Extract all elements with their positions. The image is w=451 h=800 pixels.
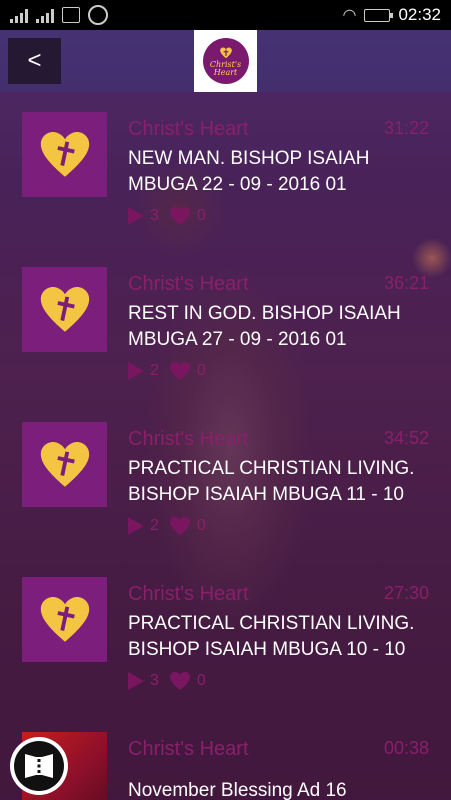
play-count-value: 3 <box>150 672 159 689</box>
play-count[interactable]: 3 <box>128 207 159 225</box>
list-item[interactable]: Christ's Heart 34:52 PRACTICAL CHRISTIAN… <box>0 402 451 557</box>
duration-label: 00:38 <box>383 738 429 758</box>
play-count-value: 2 <box>150 362 159 379</box>
image-icon <box>62 7 80 23</box>
signal-2-icon <box>36 7 54 23</box>
like-count[interactable]: 0 <box>169 361 206 381</box>
play-count[interactable]: 3 <box>128 672 159 690</box>
play-count[interactable]: 2 <box>128 362 159 380</box>
heart-cross-icon <box>219 46 232 58</box>
media-player-button[interactable] <box>10 737 68 795</box>
like-count-value: 0 <box>196 517 206 534</box>
item-stats: 3 0 <box>128 206 206 226</box>
toolbar: < Christ's Heart <box>0 30 451 92</box>
like-count-value: 0 <box>196 362 206 379</box>
heart-cross-icon <box>40 286 89 332</box>
heart-cross-icon <box>40 596 89 642</box>
sermon-title: REST IN GOD. BISHOP ISAIAH MBUGA 27 - 09… <box>128 303 401 350</box>
play-icon <box>128 362 144 380</box>
logo-text-line2: Heart <box>213 67 238 77</box>
item-stats: 2 0 <box>128 361 206 381</box>
whatsapp-icon <box>88 5 108 25</box>
heart-icon <box>169 516 190 536</box>
app-logo: Christ's Heart <box>194 30 257 92</box>
play-icon <box>128 517 144 535</box>
source-label: Christ's Heart <box>128 583 249 605</box>
item-stats: 2 0 <box>128 516 206 536</box>
list-item[interactable]: Christ's Heart 31:22 NEW MAN. BISHOP ISA… <box>0 92 451 247</box>
heart-icon <box>169 671 190 691</box>
list-item[interactable]: SU Christ's Heart 00:38 November Blessin… <box>0 712 451 800</box>
heart-cross-icon <box>40 441 89 487</box>
status-bar: ◠ 02:32 <box>0 0 451 30</box>
thumbnail <box>22 112 107 197</box>
play-count-value: 3 <box>150 207 159 224</box>
duration-label: 36:21 <box>383 273 429 293</box>
thumbnail <box>22 267 107 352</box>
heart-icon <box>169 361 190 381</box>
source-label: Christ's Heart <box>128 273 249 295</box>
like-count[interactable]: 0 <box>169 206 206 226</box>
sermon-title: PRACTICAL CHRISTIAN LIVING. BISHOP ISAIA… <box>128 458 415 505</box>
sermon-title: NEW MAN. BISHOP ISAIAH MBUGA 22 - 09 - 2… <box>128 148 370 195</box>
back-button[interactable]: < <box>8 38 61 84</box>
duration-label: 27:30 <box>383 583 429 603</box>
play-count-value: 2 <box>150 517 159 534</box>
play-icon <box>128 207 144 225</box>
signal-icon <box>10 7 28 23</box>
wifi-icon: ◠ <box>342 7 357 24</box>
film-strip-icon <box>25 754 53 778</box>
duration-label: 34:52 <box>383 428 429 448</box>
logo-circle: Christ's Heart <box>202 38 249 84</box>
duration-label: 31:22 <box>383 118 429 138</box>
item-stats: 3 0 <box>128 671 206 691</box>
like-count-value: 0 <box>196 207 206 224</box>
list-item[interactable]: Christ's Heart 27:30 PRACTICAL CHRISTIAN… <box>0 557 451 712</box>
like-count[interactable]: 0 <box>169 671 206 691</box>
back-arrow-icon: < <box>27 47 42 74</box>
heart-icon <box>169 206 190 226</box>
source-label: Christ's Heart <box>128 428 249 450</box>
thumbnail <box>22 577 107 662</box>
source-label: Christ's Heart <box>128 738 249 760</box>
thumbnail <box>22 422 107 507</box>
like-count-value: 0 <box>196 672 206 689</box>
like-count[interactable]: 0 <box>169 516 206 536</box>
clock: 02:32 <box>398 5 441 24</box>
play-icon <box>128 672 144 690</box>
source-label: Christ's Heart <box>128 118 249 140</box>
heart-cross-icon <box>40 131 89 177</box>
play-count[interactable]: 2 <box>128 517 159 535</box>
sermon-title: PRACTICAL CHRISTIAN LIVING. BISHOP ISAIA… <box>128 613 415 660</box>
sermon-title: November Blessing Ad 16 <box>128 780 347 800</box>
battery-icon <box>364 8 394 22</box>
list-item[interactable]: Christ's Heart 36:21 REST IN GOD. BISHOP… <box>0 247 451 402</box>
